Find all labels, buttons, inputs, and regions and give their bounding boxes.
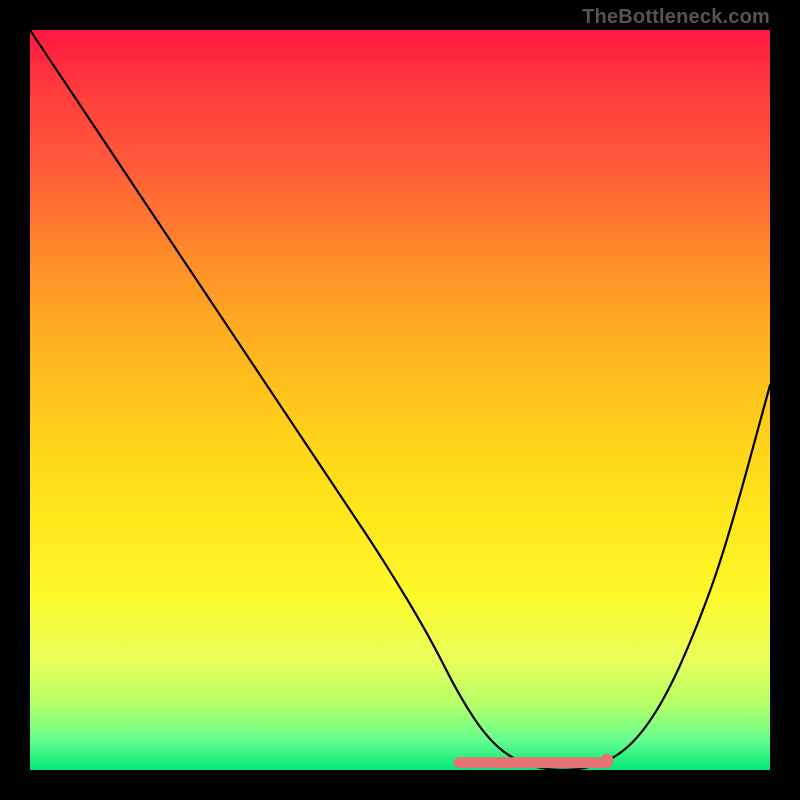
chart-svg	[30, 30, 770, 770]
sweet-spot-end-dot	[601, 754, 613, 766]
watermark-text: TheBottleneck.com	[582, 6, 770, 29]
plot-area	[30, 30, 770, 770]
chart-frame: TheBottleneck.com	[0, 0, 800, 800]
bottleneck-curve	[30, 30, 770, 770]
